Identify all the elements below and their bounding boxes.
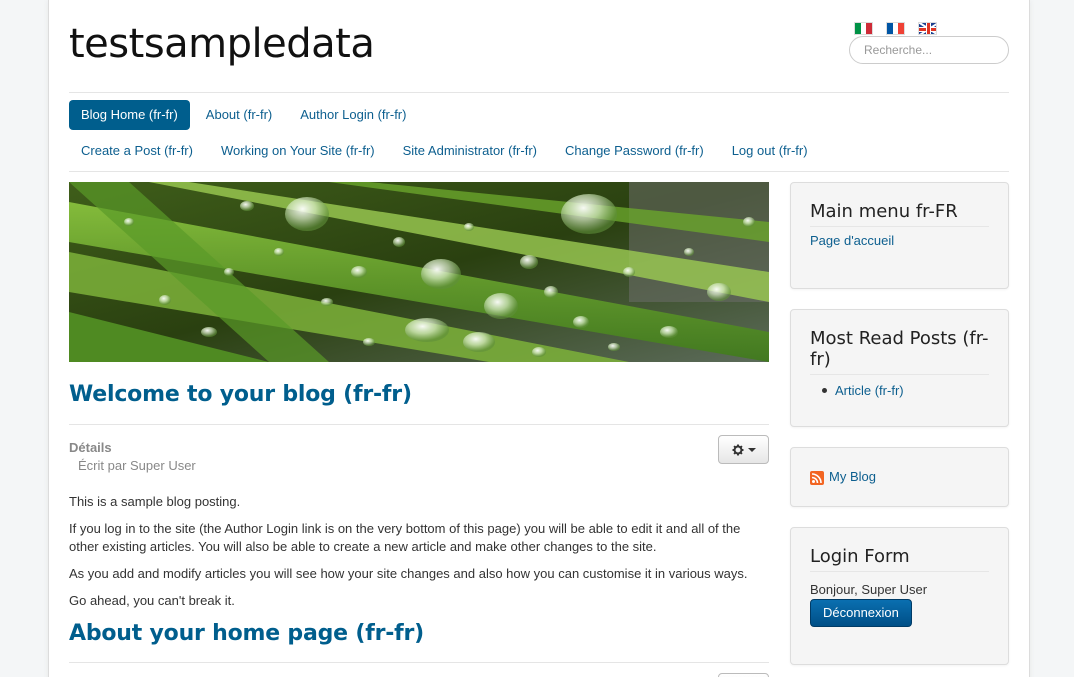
article-title[interactable]: Welcome to your blog (fr-fr) [69,382,412,407]
nav-working-on-site[interactable]: Working on Your Site (fr-fr) [209,136,387,166]
article-paragraph: Go ahead, you can't break it. [69,593,235,608]
nav-author-login[interactable]: Author Login (fr-fr) [288,100,418,130]
module-title: Most Read Posts (fr-fr) [810,328,989,375]
article-title-divider [69,424,769,425]
rss-icon [810,471,824,485]
login-form-module: Login Form Bonjour, Super User Déconnexi… [790,527,1009,665]
most-read-module: Most Read Posts (fr-fr) Article (fr-fr) [790,309,1009,427]
nav-log-out[interactable]: Log out (fr-fr) [720,136,820,166]
site-title[interactable]: testsampledata [69,20,375,68]
most-read-article-link[interactable]: Article (fr-fr) [835,383,904,398]
logout-button[interactable]: Déconnexion [810,599,912,627]
article-details-label: Détails [69,440,112,455]
my-blog-feed-link[interactable]: My Blog [829,469,876,484]
primary-nav: Blog Home (fr-fr) About (fr-fr) Author L… [69,100,418,130]
article-body: This is a sample blog posting. If you lo… [69,493,769,619]
nav-change-password[interactable]: Change Password (fr-fr) [553,136,716,166]
bullet-icon [822,388,827,393]
feed-module: My Blog [790,447,1009,507]
article-author: Écrit par Super User [78,458,196,473]
list-item: Article (fr-fr) [822,383,989,398]
nav-divider [69,171,1009,172]
article-paragraph: This is a sample blog posting. [69,494,241,509]
caret-down-icon [748,447,756,452]
module-title: Main menu fr-FR [810,201,989,227]
france-flag-icon[interactable] [886,22,905,35]
article-paragraph: If you log in to the site (the Author Lo… [69,521,741,554]
gear-icon [732,443,744,456]
nav-site-administrator[interactable]: Site Administrator (fr-fr) [391,136,549,166]
article-tools-button[interactable] [718,673,769,677]
language-switcher [854,22,937,35]
article-title-divider [69,662,769,663]
home-page-link[interactable]: Page d'accueil [810,233,989,248]
nav-create-post[interactable]: Create a Post (fr-fr) [69,136,205,166]
uk-flag-icon[interactable] [918,22,937,35]
article-title[interactable]: About your home page (fr-fr) [69,621,424,646]
nav-blog-home[interactable]: Blog Home (fr-fr) [69,100,190,130]
secondary-nav: Create a Post (fr-fr) Working on Your Si… [69,136,820,166]
search-input[interactable] [849,36,1009,64]
article-paragraph: As you add and modify articles you will … [69,566,748,581]
main-menu-module: Main menu fr-FR Page d'accueil [790,182,1009,289]
nav-about[interactable]: About (fr-fr) [194,100,284,130]
feed-link-row[interactable]: My Blog [810,468,989,485]
article-tools-button[interactable] [718,435,769,464]
module-title: Login Form [810,546,989,572]
login-greeting: Bonjour, Super User [810,582,928,597]
italy-flag-icon[interactable] [854,22,873,35]
header-banner-image [69,182,769,362]
header-divider [69,92,1009,93]
page-container: testsampledata Blog Home (fr-fr) About (… [48,0,1030,677]
